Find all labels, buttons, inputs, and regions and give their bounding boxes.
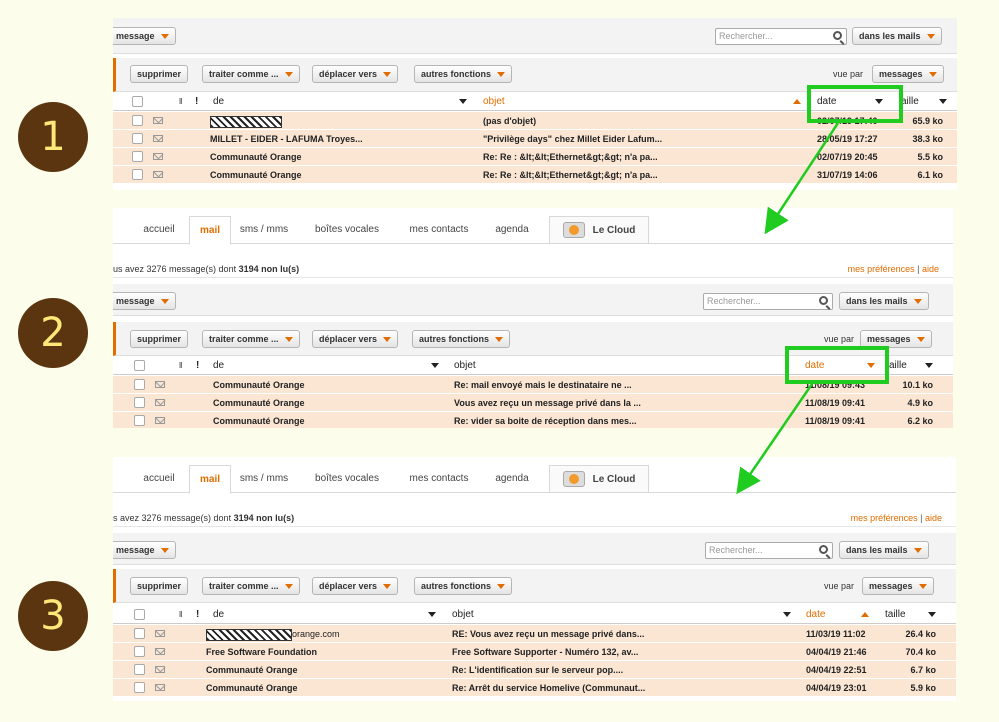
arrow-step-2-to-3 — [736, 383, 814, 495]
arrow-step-1-to-2 — [764, 122, 840, 235]
arrows-overlay — [736, 122, 840, 495]
